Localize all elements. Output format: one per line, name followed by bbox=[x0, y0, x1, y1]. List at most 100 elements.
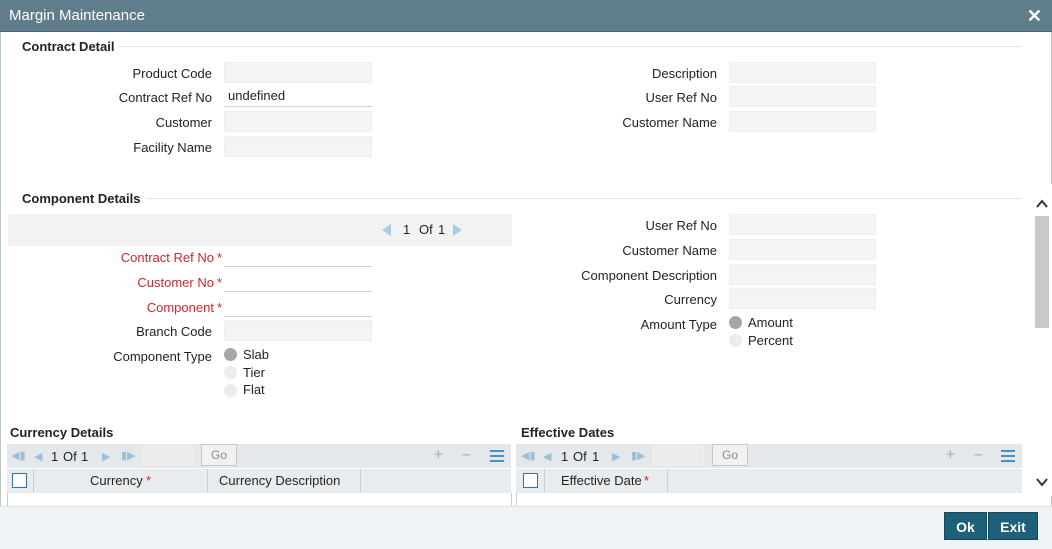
customer-name-field[interactable] bbox=[729, 111, 876, 132]
amount-type-label: Amount Type bbox=[640, 317, 717, 332]
prev-page-icon[interactable]: ◀ bbox=[543, 450, 551, 463]
exit-button[interactable]: Exit bbox=[988, 512, 1038, 540]
component-customer-name-field[interactable] bbox=[729, 239, 876, 260]
amount-type-amount-radio[interactable] bbox=[729, 316, 742, 329]
user-ref-label: User Ref No bbox=[645, 90, 717, 105]
currency-details-heading: Currency Details bbox=[10, 425, 114, 440]
product-code-label: Product Code bbox=[132, 66, 213, 81]
first-page-icon[interactable]: ◀▮ bbox=[521, 449, 536, 462]
window-title: Margin Maintenance bbox=[9, 7, 145, 24]
component-user-ref-field[interactable] bbox=[729, 214, 876, 235]
list-view-icon[interactable] bbox=[1001, 450, 1015, 462]
section-divider bbox=[118, 46, 1022, 47]
grid-border bbox=[7, 493, 8, 506]
column-separator bbox=[544, 469, 545, 493]
column-separator bbox=[360, 469, 361, 493]
first-page-icon[interactable]: ◀▮ bbox=[11, 449, 26, 462]
component-user-ref-label: User Ref No bbox=[645, 218, 717, 233]
remove-row-icon[interactable]: – bbox=[462, 446, 470, 463]
contract-detail-heading: Contract Detail bbox=[22, 39, 115, 54]
last-page-icon[interactable]: ▮▶ bbox=[121, 449, 136, 462]
component-pager bbox=[8, 214, 512, 246]
grid-border bbox=[516, 493, 517, 506]
facility-name-label: Facility Name bbox=[133, 140, 212, 155]
customer-name-label: Customer Name bbox=[622, 115, 717, 130]
currency-field[interactable] bbox=[729, 288, 876, 309]
scrollbar-thumb[interactable] bbox=[1035, 216, 1049, 328]
effective-page-input[interactable] bbox=[652, 446, 704, 466]
customer-label: Customer bbox=[155, 115, 212, 130]
currency-select-all-checkbox[interactable] bbox=[12, 473, 27, 488]
effective-pager-current: 1 bbox=[561, 449, 569, 464]
effective-pager-total: 1 bbox=[592, 449, 600, 464]
dialog-footer bbox=[0, 506, 1052, 549]
add-row-icon[interactable]: + bbox=[946, 446, 955, 463]
section-divider bbox=[146, 198, 1022, 199]
pager-of: Of bbox=[419, 222, 433, 237]
effective-date-column-header: Effective Date bbox=[561, 473, 642, 488]
currency-description-column-header: Currency Description bbox=[219, 473, 341, 488]
scroll-up-icon[interactable] bbox=[1036, 198, 1048, 210]
currency-pager-total: 1 bbox=[81, 449, 89, 464]
effective-dates-heading: Effective Dates bbox=[521, 425, 615, 440]
component-label: Component * bbox=[146, 300, 222, 315]
currency-label: Currency bbox=[664, 292, 717, 307]
currency-pager-current: 1 bbox=[51, 449, 59, 464]
next-page-icon[interactable]: ▶ bbox=[612, 450, 620, 463]
next-record-icon[interactable] bbox=[453, 224, 462, 236]
component-type-label: Component Type bbox=[113, 349, 212, 364]
description-label: Description bbox=[651, 66, 717, 81]
component-description-field[interactable] bbox=[729, 264, 876, 285]
currency-column-header: Currency bbox=[90, 473, 143, 488]
pager-total: 1 bbox=[438, 222, 446, 237]
column-separator bbox=[667, 469, 668, 493]
amount-type-amount-label: Amount bbox=[748, 315, 793, 330]
description-field[interactable] bbox=[729, 62, 876, 83]
customer-field[interactable] bbox=[224, 111, 372, 132]
component-contract-ref-label: Contract Ref No * bbox=[120, 250, 222, 265]
customer-no-label: Customer No * bbox=[137, 275, 222, 290]
component-description-label: Component Description bbox=[581, 268, 717, 283]
required-star: * bbox=[644, 473, 650, 488]
required-star: * bbox=[146, 473, 152, 488]
close-icon[interactable]: ✕ bbox=[1027, 6, 1042, 27]
vertical-scrollbar[interactable] bbox=[1032, 184, 1052, 496]
component-contract-ref-field[interactable] bbox=[224, 246, 372, 267]
product-code-field[interactable] bbox=[224, 62, 372, 83]
facility-name-field[interactable] bbox=[224, 136, 372, 157]
branch-code-label: Branch Code bbox=[136, 324, 212, 339]
component-customer-name-label: Customer Name bbox=[622, 243, 717, 258]
prev-page-icon[interactable]: ◀ bbox=[34, 450, 42, 463]
currency-page-input[interactable] bbox=[142, 446, 194, 466]
contract-ref-label: Contract Ref No bbox=[118, 90, 212, 105]
scroll-down-icon[interactable] bbox=[1036, 476, 1048, 488]
component-type-slab-radio[interactable] bbox=[224, 348, 237, 361]
component-type-tier-label: Tier bbox=[243, 365, 265, 380]
component-type-slab-label: Slab bbox=[243, 347, 270, 362]
effective-pager-of: Of bbox=[573, 449, 587, 464]
user-ref-field[interactable] bbox=[729, 86, 876, 107]
effective-go-button[interactable]: Go bbox=[712, 444, 748, 466]
customer-no-field[interactable] bbox=[224, 271, 372, 292]
component-type-flat-label: Flat bbox=[243, 382, 265, 397]
column-separator bbox=[33, 469, 34, 493]
effective-select-all-checkbox[interactable] bbox=[523, 473, 538, 488]
last-page-icon[interactable]: ▮▶ bbox=[631, 449, 646, 462]
component-field[interactable] bbox=[224, 296, 372, 317]
pager-current: 1 bbox=[403, 222, 411, 237]
add-row-icon[interactable]: + bbox=[434, 446, 443, 463]
remove-row-icon[interactable]: – bbox=[974, 446, 982, 463]
title-bar: Margin Maintenance ✕ bbox=[0, 0, 1052, 32]
contract-ref-field[interactable]: undefined bbox=[224, 86, 372, 107]
prev-record-icon[interactable] bbox=[382, 224, 391, 236]
currency-go-button[interactable]: Go bbox=[201, 444, 237, 466]
currency-pager-of: Of bbox=[63, 449, 77, 464]
branch-code-field[interactable] bbox=[224, 320, 372, 341]
list-view-icon[interactable] bbox=[490, 450, 504, 462]
component-type-tier-radio[interactable] bbox=[224, 366, 237, 379]
amount-type-percent-radio[interactable] bbox=[729, 334, 742, 347]
grid-border bbox=[511, 493, 512, 506]
next-page-icon[interactable]: ▶ bbox=[102, 450, 110, 463]
component-type-flat-radio[interactable] bbox=[224, 384, 237, 397]
ok-button[interactable]: Ok bbox=[944, 512, 987, 540]
